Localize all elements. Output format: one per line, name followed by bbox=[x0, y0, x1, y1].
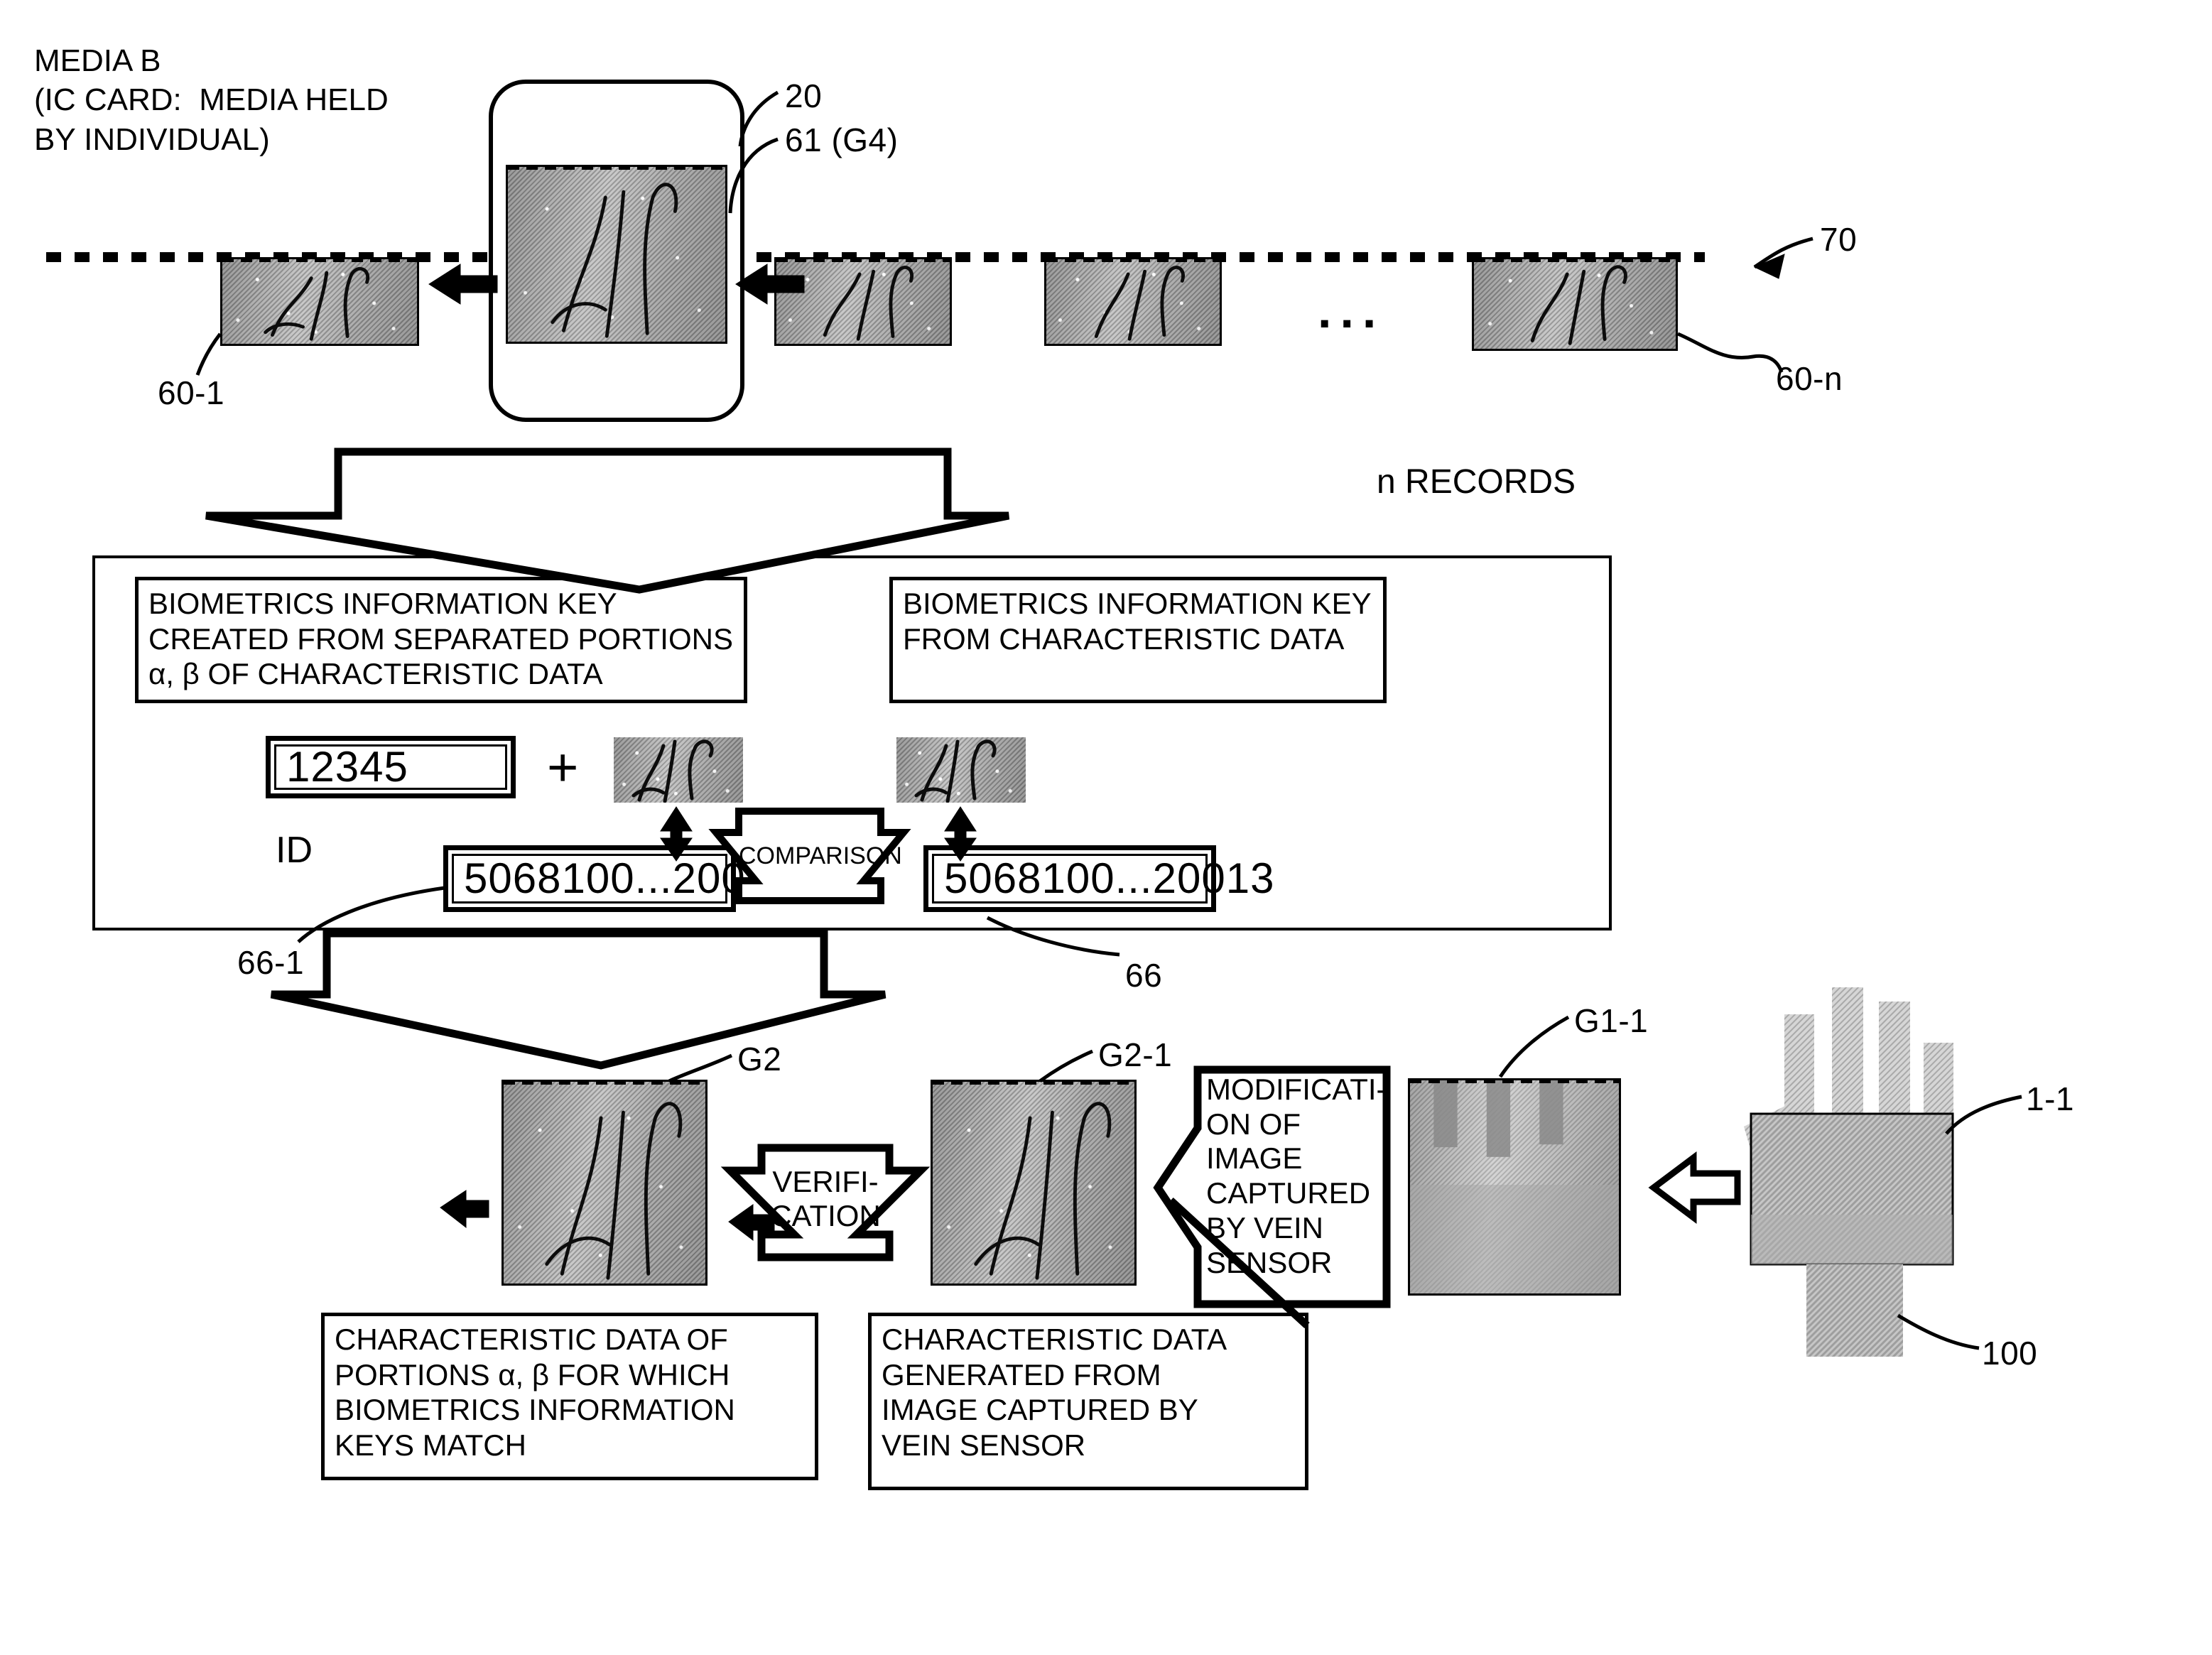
ref-g2-1: G2-1 bbox=[1098, 1036, 1173, 1073]
verification-label: VERIFI- CATION bbox=[770, 1165, 881, 1233]
finger-shapes bbox=[1410, 1080, 1619, 1293]
ref-60-n: 60-n bbox=[1776, 360, 1843, 397]
ref-1-1: 1-1 bbox=[2026, 1080, 2074, 1117]
ref-g2: G2 bbox=[737, 1041, 782, 1078]
vein-lines bbox=[551, 183, 678, 338]
hand-to-sensor-arrow bbox=[1648, 1151, 1741, 1224]
comparison-label: COMPARISON bbox=[739, 842, 902, 869]
ref-66: 66 bbox=[1125, 957, 1163, 994]
record-thumb-2 bbox=[774, 257, 952, 346]
record-thumb-3 bbox=[1044, 257, 1222, 346]
image-g1-1 bbox=[1408, 1078, 1621, 1296]
modification-callout-text: MODIFICATI- ON OF IMAGE CAPTURED BY VEIN… bbox=[1206, 1073, 1387, 1279]
ref-60-1: 60-1 bbox=[158, 374, 225, 411]
box-key-from-portions-text: BIOMETRICS INFORMATION KEY CREATED FROM … bbox=[148, 587, 733, 691]
vein-patch-right bbox=[896, 737, 1026, 803]
vein-lines bbox=[264, 266, 370, 341]
vein-lines bbox=[545, 1102, 683, 1280]
record-thumb-60-1 bbox=[220, 257, 419, 346]
ref-66-1: 66-1 bbox=[237, 944, 305, 981]
vein-lines bbox=[823, 266, 914, 341]
arrow-exit-left bbox=[440, 1190, 489, 1229]
box-char-data-portions-text: CHARACTERISTIC DATA OF PORTIONS α, β FOR… bbox=[335, 1323, 735, 1462]
image-g2-1 bbox=[931, 1080, 1137, 1286]
record-thumb-card bbox=[506, 165, 727, 344]
media-b-label: MEDIA B (IC CARD: MEDIA HELD BY INDIVIDU… bbox=[34, 43, 389, 157]
vein-lines bbox=[1530, 265, 1627, 345]
box-key-from-characteristic-text: BIOMETRICS INFORMATION KEY FROM CHARACTE… bbox=[903, 587, 1372, 656]
vein-lines bbox=[631, 739, 714, 803]
key-right-value: 5068100...20013 bbox=[944, 854, 1275, 903]
vein-lines bbox=[1094, 266, 1185, 341]
ref-20: 20 bbox=[785, 77, 823, 114]
banner-key-generation-text: BIOMETRICS INFORMATION KEY GENERATION bbox=[358, 469, 850, 542]
id-box: 12345 bbox=[266, 736, 516, 798]
image-g2 bbox=[502, 1080, 707, 1286]
box-char-data-portions: CHARACTERISTIC DATA OF PORTIONS α, β FOR… bbox=[321, 1313, 818, 1480]
box-char-data-sensor: CHARACTERISTIC DATA GENERATED FROM IMAGE… bbox=[868, 1313, 1308, 1490]
ref-g1-1: G1-1 bbox=[1574, 1002, 1649, 1039]
record-thumb-60-n bbox=[1472, 257, 1678, 351]
thumb-top-dots bbox=[1410, 1080, 1619, 1083]
banner-keys-match-text: BIOMETRICS INFORMATION KEYS MATCH bbox=[367, 949, 787, 1022]
vein-lines bbox=[974, 1102, 1112, 1280]
key-box-left: 5068100...20013 bbox=[443, 845, 793, 912]
n-records-label: n RECORDS bbox=[1377, 463, 1576, 501]
box-char-data-sensor-text: CHARACTERISTIC DATA GENERATED FROM IMAGE… bbox=[882, 1323, 1227, 1462]
record-flow-arrow-1 bbox=[428, 264, 498, 305]
records-ellipsis: ... bbox=[1318, 283, 1385, 338]
box-key-from-portions: BIOMETRICS INFORMATION KEY CREATED FROM … bbox=[135, 577, 747, 703]
vein-patch-left bbox=[614, 737, 743, 803]
vein-lines bbox=[914, 739, 997, 803]
id-value: 12345 bbox=[286, 743, 408, 791]
box-key-from-characteristic: BIOMETRICS INFORMATION KEY FROM CHARACTE… bbox=[889, 577, 1387, 703]
key-box-right: 5068100...20013 bbox=[923, 845, 1274, 912]
ref-61-g4: 61 (G4) bbox=[785, 121, 899, 158]
plus-symbol: + bbox=[547, 737, 579, 798]
ref-70: 70 bbox=[1820, 221, 1858, 258]
id-caption: ID bbox=[276, 830, 313, 871]
ref-100: 100 bbox=[1982, 1335, 2038, 1372]
